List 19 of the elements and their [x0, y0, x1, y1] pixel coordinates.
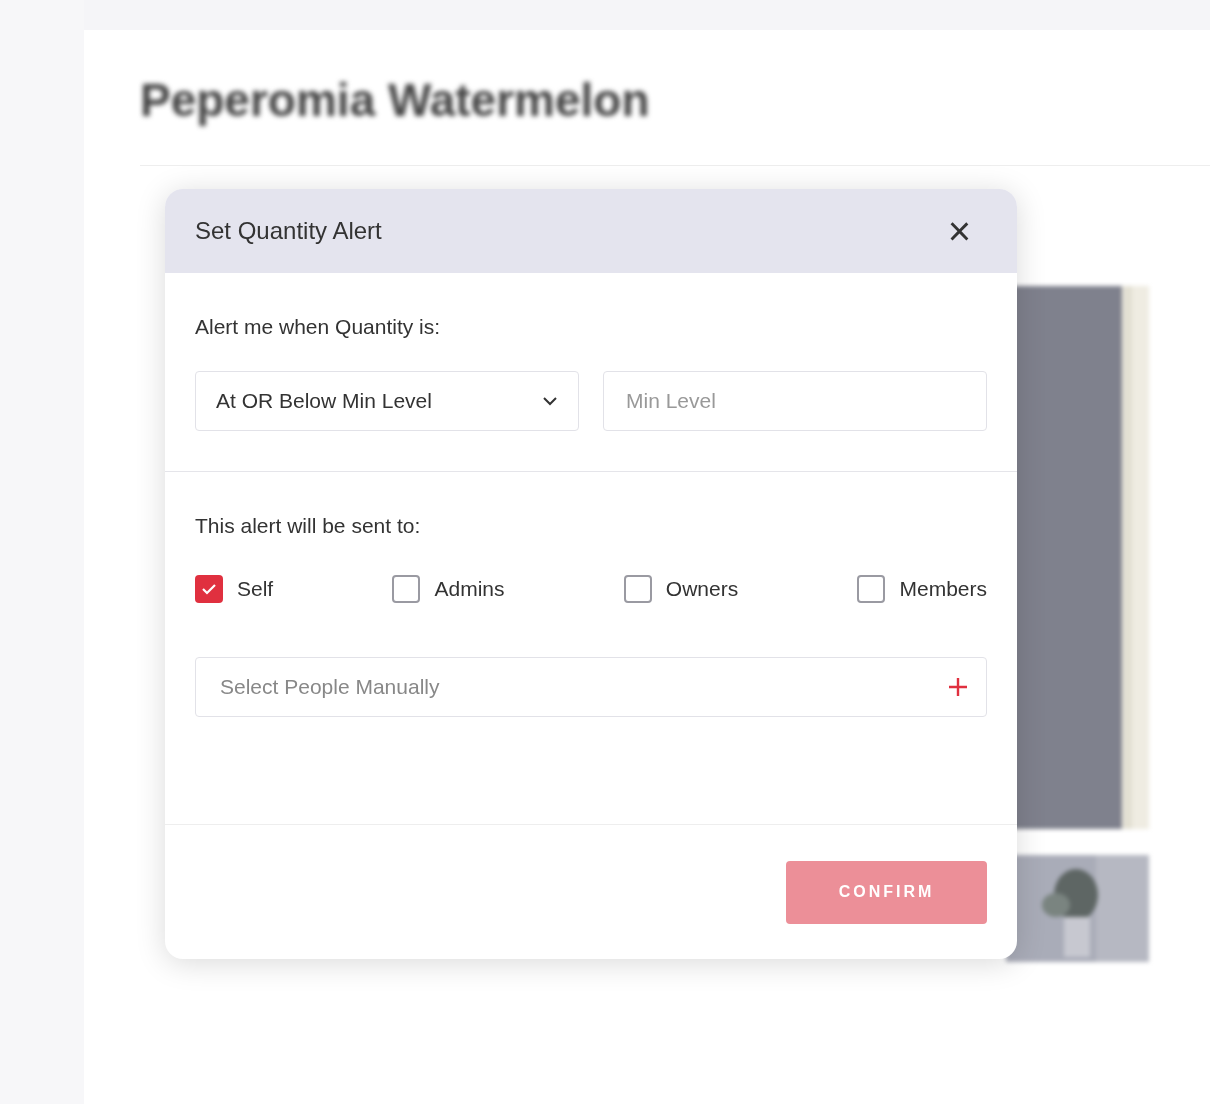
- checkbox-label: Self: [237, 576, 274, 602]
- recipients-label: This alert will be sent to:: [195, 512, 422, 539]
- close-button[interactable]: ×: [947, 211, 971, 251]
- people-field[interactable]: Select People Manually: [195, 656, 987, 717]
- checkbox[interactable]: [857, 574, 886, 603]
- condition-label: Alert me when Quantity is:: [195, 314, 442, 340]
- chevron-down-icon: [542, 395, 558, 406]
- min-level-field[interactable]: Min Level: [603, 370, 987, 431]
- checkbox-label: Owners: [665, 576, 739, 602]
- plus-icon: [947, 675, 969, 698]
- checkbox[interactable]: [195, 574, 223, 603]
- dialog-title: Set Quantity Alert: [195, 216, 382, 246]
- checkbox-label: Admins: [434, 576, 505, 602]
- page-title: Peperomia Watermelon: [140, 73, 650, 128]
- checkbox-label: Members: [899, 576, 987, 602]
- checkbox[interactable]: [623, 574, 652, 603]
- condition-dropdown[interactable]: At OR Below Min Level: [195, 370, 579, 431]
- checkbox[interactable]: [392, 574, 421, 603]
- check-icon: [201, 582, 217, 595]
